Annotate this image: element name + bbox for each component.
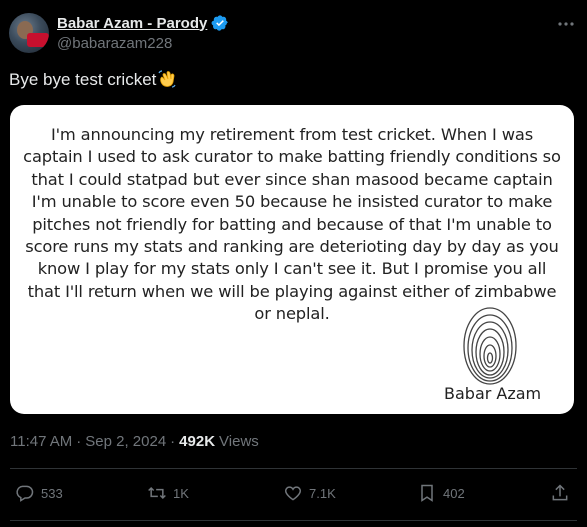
action-bar: 533 1K 7.1K 402 <box>0 470 587 514</box>
meta-separator: · <box>170 433 176 450</box>
tweet-text-body: Bye bye test cricket <box>9 70 157 89</box>
verified-badge-icon <box>211 15 229 31</box>
views-count: 492K <box>179 433 216 450</box>
author-row: Babar Azam - Parody <box>57 14 229 32</box>
bookmark-icon <box>421 484 433 502</box>
tweet-date[interactable]: Sep 2, 2024 <box>85 433 166 450</box>
avatar[interactable] <box>9 13 49 53</box>
thumbprint-icon <box>463 307 517 385</box>
reply-icon <box>16 485 34 502</box>
tweet-meta: 11:47 AM · Sep 2, 2024 · 492K Views <box>10 433 259 450</box>
author-handle[interactable]: @babarazam228 <box>57 35 172 52</box>
more-options-icon[interactable] <box>556 14 576 34</box>
bookmark-button[interactable]: 402 <box>417 483 465 503</box>
repost-icon <box>148 486 166 500</box>
like-button[interactable]: 7.1K <box>283 483 336 503</box>
share-icon <box>552 484 568 501</box>
reply-count: 533 <box>41 485 63 501</box>
retirement-statement: I'm announcing my retirement from test c… <box>23 125 561 324</box>
share-button[interactable] <box>550 483 570 503</box>
tweet-text: Bye bye test cricket <box>9 69 177 90</box>
heart-icon <box>284 486 302 501</box>
signature-name: Babar Azam <box>444 384 542 403</box>
waving-hand-emoji-icon <box>158 70 176 88</box>
views-label: Views <box>219 433 259 450</box>
tweet-time[interactable]: 11:47 AM <box>10 433 72 450</box>
divider <box>10 520 577 521</box>
like-count: 7.1K <box>309 485 336 501</box>
author-name[interactable]: Babar Azam - Parody <box>57 15 207 32</box>
avatar-jersey <box>27 33 49 47</box>
statement-image-card[interactable]: I'm announcing my retirement from test c… <box>10 105 574 414</box>
divider <box>10 468 577 469</box>
repost-count: 1K <box>173 485 189 501</box>
repost-button[interactable]: 1K <box>147 483 189 503</box>
reply-button[interactable]: 533 <box>15 483 63 503</box>
meta-separator: · <box>76 433 82 450</box>
bookmark-count: 402 <box>443 485 465 501</box>
